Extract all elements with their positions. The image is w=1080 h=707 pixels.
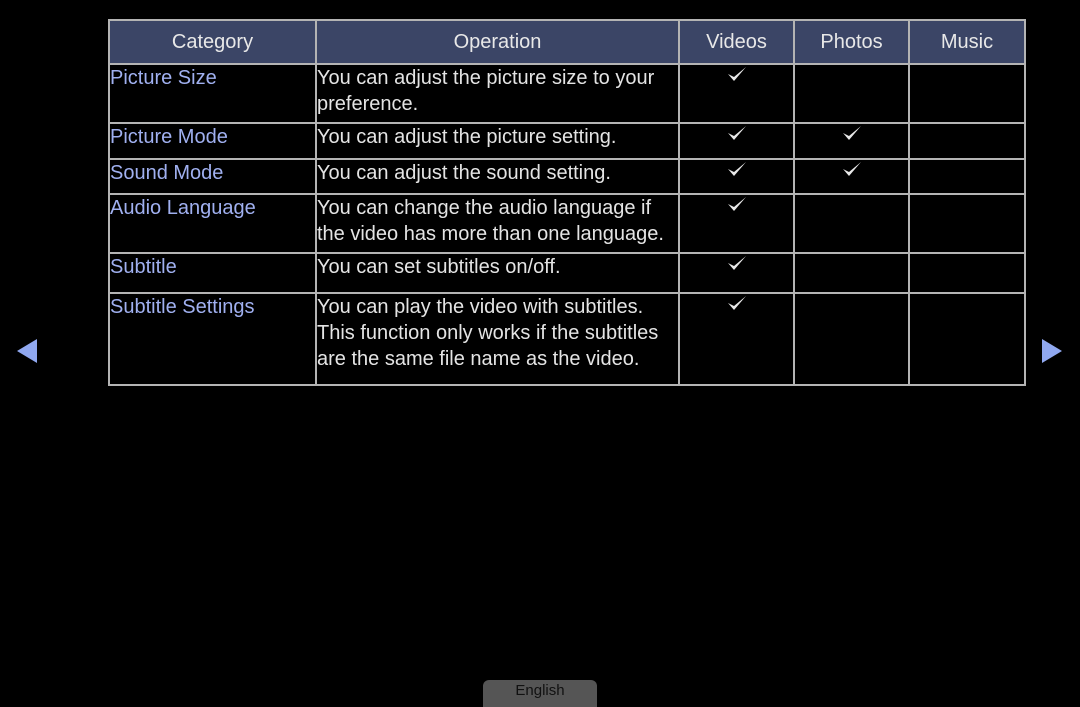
operation-cell: You can adjust the picture size to your …: [315, 63, 680, 124]
header-category: Category: [108, 19, 317, 65]
operation-cell: You can adjust the picture setting.: [315, 122, 680, 160]
photos-support-cell: [793, 63, 910, 124]
videos-support-cell: [678, 193, 795, 254]
table-row: Sound Mode You can adjust the sound setti…: [108, 158, 1026, 195]
music-support-cell: [908, 158, 1026, 195]
header-videos: Videos: [678, 19, 795, 65]
photos-support-cell: [793, 193, 910, 254]
music-support-cell: [908, 122, 1026, 160]
header-photos: Photos: [793, 19, 910, 65]
checkmark-icon: [841, 160, 863, 178]
videos-support-cell: [678, 63, 795, 124]
operation-cell: You can play the video with subtitles. T…: [315, 292, 680, 386]
videos-support-cell: [678, 122, 795, 160]
table-row: Subtitle You can set subtitles on/off.: [108, 252, 1026, 294]
videos-support-cell: [678, 158, 795, 195]
header-operation: Operation: [315, 19, 680, 65]
table-row: Picture Mode You can adjust the picture s…: [108, 122, 1026, 160]
checkmark-icon: [726, 294, 748, 312]
category-cell: Sound Mode: [108, 158, 317, 195]
music-support-cell: [908, 63, 1026, 124]
operation-cell: You can change the audio language if the…: [315, 193, 680, 254]
category-cell: Subtitle: [108, 252, 317, 294]
checkmark-icon: [726, 195, 748, 213]
checkmark-icon: [726, 65, 748, 83]
photos-support-cell: [793, 252, 910, 294]
category-cell: Picture Mode: [108, 122, 317, 160]
checkmark-icon: [726, 160, 748, 178]
header-music: Music: [908, 19, 1026, 65]
music-support-cell: [908, 252, 1026, 294]
table-header-row: Category Operation Videos Photos Music: [108, 19, 1026, 65]
table-row: Subtitle Settings You can play the video …: [108, 292, 1026, 386]
next-page-arrow-icon[interactable]: [1042, 339, 1062, 363]
table-row: Picture Size You can adjust the picture s…: [108, 63, 1026, 124]
previous-page-arrow-icon[interactable]: [17, 339, 37, 363]
category-cell: Subtitle Settings: [108, 292, 317, 386]
music-support-cell: [908, 292, 1026, 386]
language-tab[interactable]: English: [483, 680, 597, 707]
checkmark-icon: [841, 124, 863, 142]
checkmark-icon: [726, 124, 748, 142]
checkmark-icon: [726, 254, 748, 272]
videos-support-cell: [678, 292, 795, 386]
table-row: Audio Language You can change the audio l…: [108, 193, 1026, 254]
photos-support-cell: [793, 158, 910, 195]
photos-support-cell: [793, 122, 910, 160]
category-cell: Audio Language: [108, 193, 317, 254]
operation-cell: You can set subtitles on/off.: [315, 252, 680, 294]
music-support-cell: [908, 193, 1026, 254]
category-cell: Picture Size: [108, 63, 317, 124]
feature-table: Category Operation Videos Photos Music P…: [108, 19, 1026, 386]
videos-support-cell: [678, 252, 795, 294]
photos-support-cell: [793, 292, 910, 386]
operation-cell: You can adjust the sound setting.: [315, 158, 680, 195]
